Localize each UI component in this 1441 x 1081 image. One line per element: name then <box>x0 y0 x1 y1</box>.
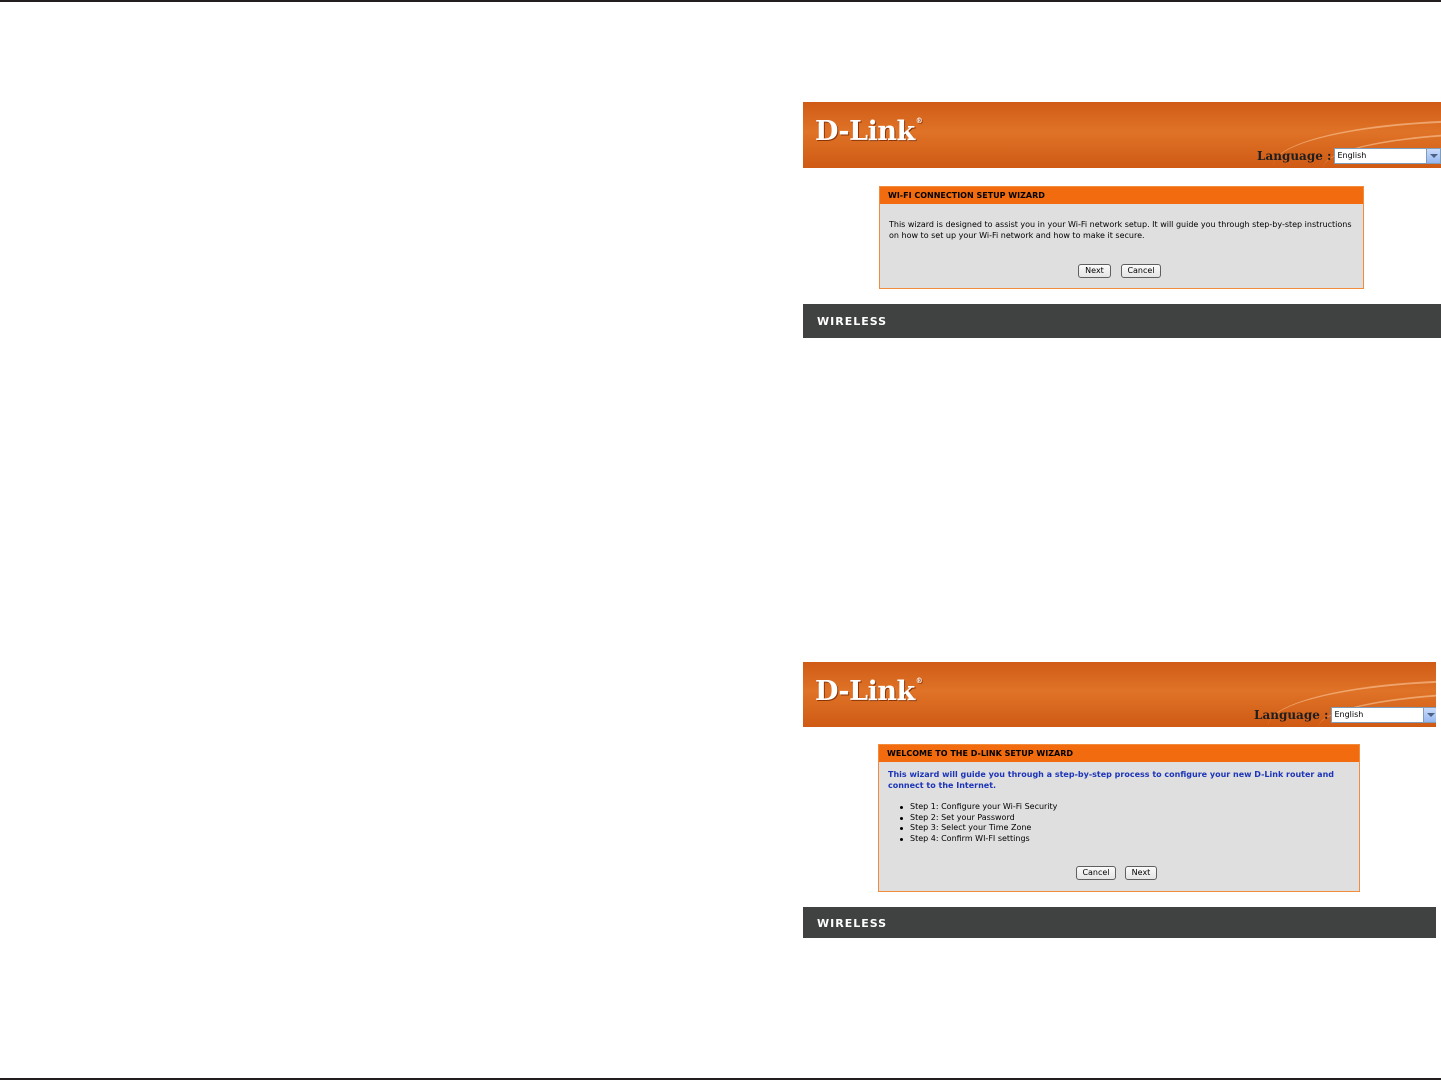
page-top-rule <box>0 0 1441 2</box>
wireless-footer-bar: WIRELESS <box>803 304 1441 338</box>
language-select-value: English <box>1334 710 1364 719</box>
language-selector: Language : English <box>1254 707 1436 723</box>
footer-label: WIRELESS <box>817 315 888 328</box>
language-label: Language : <box>1257 149 1332 163</box>
language-label: Language : <box>1254 708 1329 722</box>
language-select[interactable]: English <box>1331 707 1436 723</box>
wizard-step-item: Step 4: Confirm WI-FI settings <box>897 834 1057 845</box>
wizard-step-item: Step 3: Select your Time Zone <box>897 823 1057 834</box>
language-select[interactable]: English <box>1334 148 1441 164</box>
wizard-panel: WELCOME TO THE D-LINK SETUP WIZARD This … <box>878 744 1360 892</box>
panel-title: WELCOME TO THE D-LINK SETUP WIZARD <box>879 745 1359 762</box>
dlink-banner: D-Link® Language : English <box>803 102 1441 168</box>
footer-label: WIRELESS <box>817 917 888 930</box>
dropdown-arrow-icon[interactable] <box>1426 149 1441 163</box>
dlink-logo: D-Link® <box>815 676 923 707</box>
cancel-button[interactable]: Cancel <box>1076 866 1116 880</box>
panel-title: WI-FI CONNECTION SETUP WIZARD <box>880 187 1363 204</box>
wizard-description-line: on how to set up your Wi-Fi network and … <box>889 231 1145 240</box>
wireless-footer-bar: WIRELESS <box>803 907 1436 938</box>
dlink-logo: D-Link® <box>815 116 923 147</box>
language-select-value: English <box>1337 151 1367 160</box>
wizard-panel: WI-FI CONNECTION SETUP WIZARD This wizar… <box>879 186 1364 289</box>
dlink-banner: D-Link® Language : English <box>803 662 1436 727</box>
wifi-setup-wizard-screenshot: D-Link® Language : English WI-FI CONNECT… <box>803 102 1441 338</box>
wizard-step-item: Step 2: Set your Password <box>897 813 1057 824</box>
language-selector: Language : English <box>1257 148 1441 164</box>
next-button[interactable]: Next <box>1125 866 1157 880</box>
wizard-description-line: This wizard is designed to assist you in… <box>889 220 1352 229</box>
next-button[interactable]: Next <box>1078 264 1111 278</box>
dropdown-arrow-icon[interactable] <box>1423 708 1436 722</box>
wizard-intro-line: This wizard will guide you through a ste… <box>888 770 1334 779</box>
wizard-intro-line: connect to the Internet. <box>888 781 997 790</box>
dlink-setup-wizard-screenshot: D-Link® Language : English WELCOME TO TH… <box>803 662 1436 938</box>
wizard-steps-list: Step 1: Configure your Wi-Fi Security St… <box>897 802 1057 845</box>
cancel-button[interactable]: Cancel <box>1121 264 1161 278</box>
wizard-step-item: Step 1: Configure your Wi-Fi Security <box>897 802 1057 813</box>
page-bottom-rule <box>0 1078 1441 1080</box>
